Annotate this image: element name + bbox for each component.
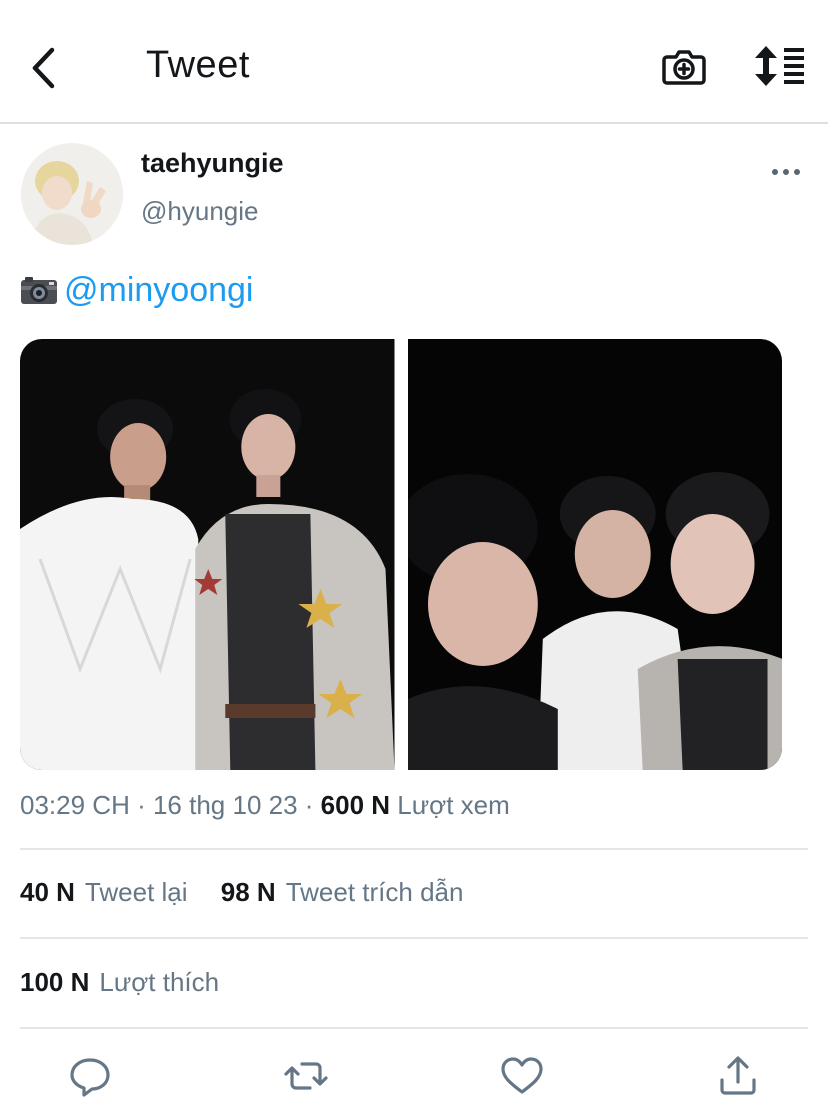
avatar[interactable] bbox=[21, 143, 123, 245]
photo-image bbox=[407, 339, 782, 770]
media-grid bbox=[20, 339, 782, 770]
divider bbox=[20, 937, 808, 939]
reply-icon bbox=[70, 1058, 110, 1097]
like-button[interactable] bbox=[498, 1052, 546, 1100]
tweet-text: @minyoongi bbox=[20, 268, 254, 312]
stats-row-likes: 100 N Lượt thích bbox=[20, 967, 219, 998]
retweets-count: 40 N bbox=[20, 877, 75, 907]
tweet-time: 03:29 CH bbox=[20, 790, 130, 820]
camera-plus-icon bbox=[662, 50, 706, 85]
photo-image bbox=[20, 339, 395, 770]
more-dots-icon bbox=[772, 169, 800, 175]
user-handle[interactable]: @hyungie bbox=[141, 196, 258, 227]
likes-stat[interactable]: 100 N Lượt thích bbox=[20, 967, 219, 998]
share-icon bbox=[720, 1056, 756, 1095]
like-icon bbox=[501, 1057, 543, 1094]
avatar-photo bbox=[21, 143, 123, 245]
stats-row-retweets: 40 N Tweet lại 98 N Tweet trích dẫn bbox=[20, 877, 463, 908]
camera-button[interactable] bbox=[660, 42, 708, 90]
retweet-icon bbox=[284, 1062, 328, 1090]
quotes-stat[interactable]: 98 N Tweet trích dẫn bbox=[221, 877, 464, 908]
quotes-label: Tweet trích dẫn bbox=[285, 877, 464, 907]
divider bbox=[20, 1027, 808, 1029]
camera-icon bbox=[21, 277, 57, 304]
views-count: 600 N bbox=[320, 790, 391, 820]
quotes-count: 98 N bbox=[220, 877, 276, 907]
meta-separator: · bbox=[137, 790, 153, 820]
back-button[interactable] bbox=[26, 44, 62, 92]
photo-2[interactable] bbox=[407, 339, 782, 770]
tweet-meta: 03:29 CH · 16 thg 10 23 · 600 N Lượt xem bbox=[20, 790, 510, 821]
page-title: Tweet bbox=[146, 44, 250, 86]
divider bbox=[20, 848, 808, 850]
retweet-button[interactable] bbox=[282, 1052, 330, 1100]
meta-separator: · bbox=[304, 790, 321, 820]
chevron-left-icon bbox=[32, 47, 55, 89]
sort-button[interactable] bbox=[752, 42, 808, 90]
tweet-date: 16 thg 10 23 bbox=[152, 790, 298, 820]
mention-link[interactable]: @minyoongi bbox=[64, 271, 254, 310]
share-button[interactable] bbox=[714, 1052, 762, 1100]
top-navigation-bar: Tweet bbox=[0, 0, 828, 124]
sort-arrows-icon bbox=[755, 46, 804, 86]
retweets-label: Tweet lại bbox=[84, 877, 188, 907]
more-options-button[interactable] bbox=[768, 160, 804, 184]
display-name[interactable]: taehyungie bbox=[141, 148, 284, 179]
likes-count: 100 N bbox=[20, 967, 90, 997]
views-label: Lượt xem bbox=[397, 790, 510, 820]
retweets-stat[interactable]: 40 N Tweet lại bbox=[20, 877, 188, 908]
reply-button[interactable] bbox=[66, 1052, 114, 1100]
likes-label: Lượt thích bbox=[99, 967, 220, 997]
photo-1[interactable] bbox=[20, 339, 395, 770]
